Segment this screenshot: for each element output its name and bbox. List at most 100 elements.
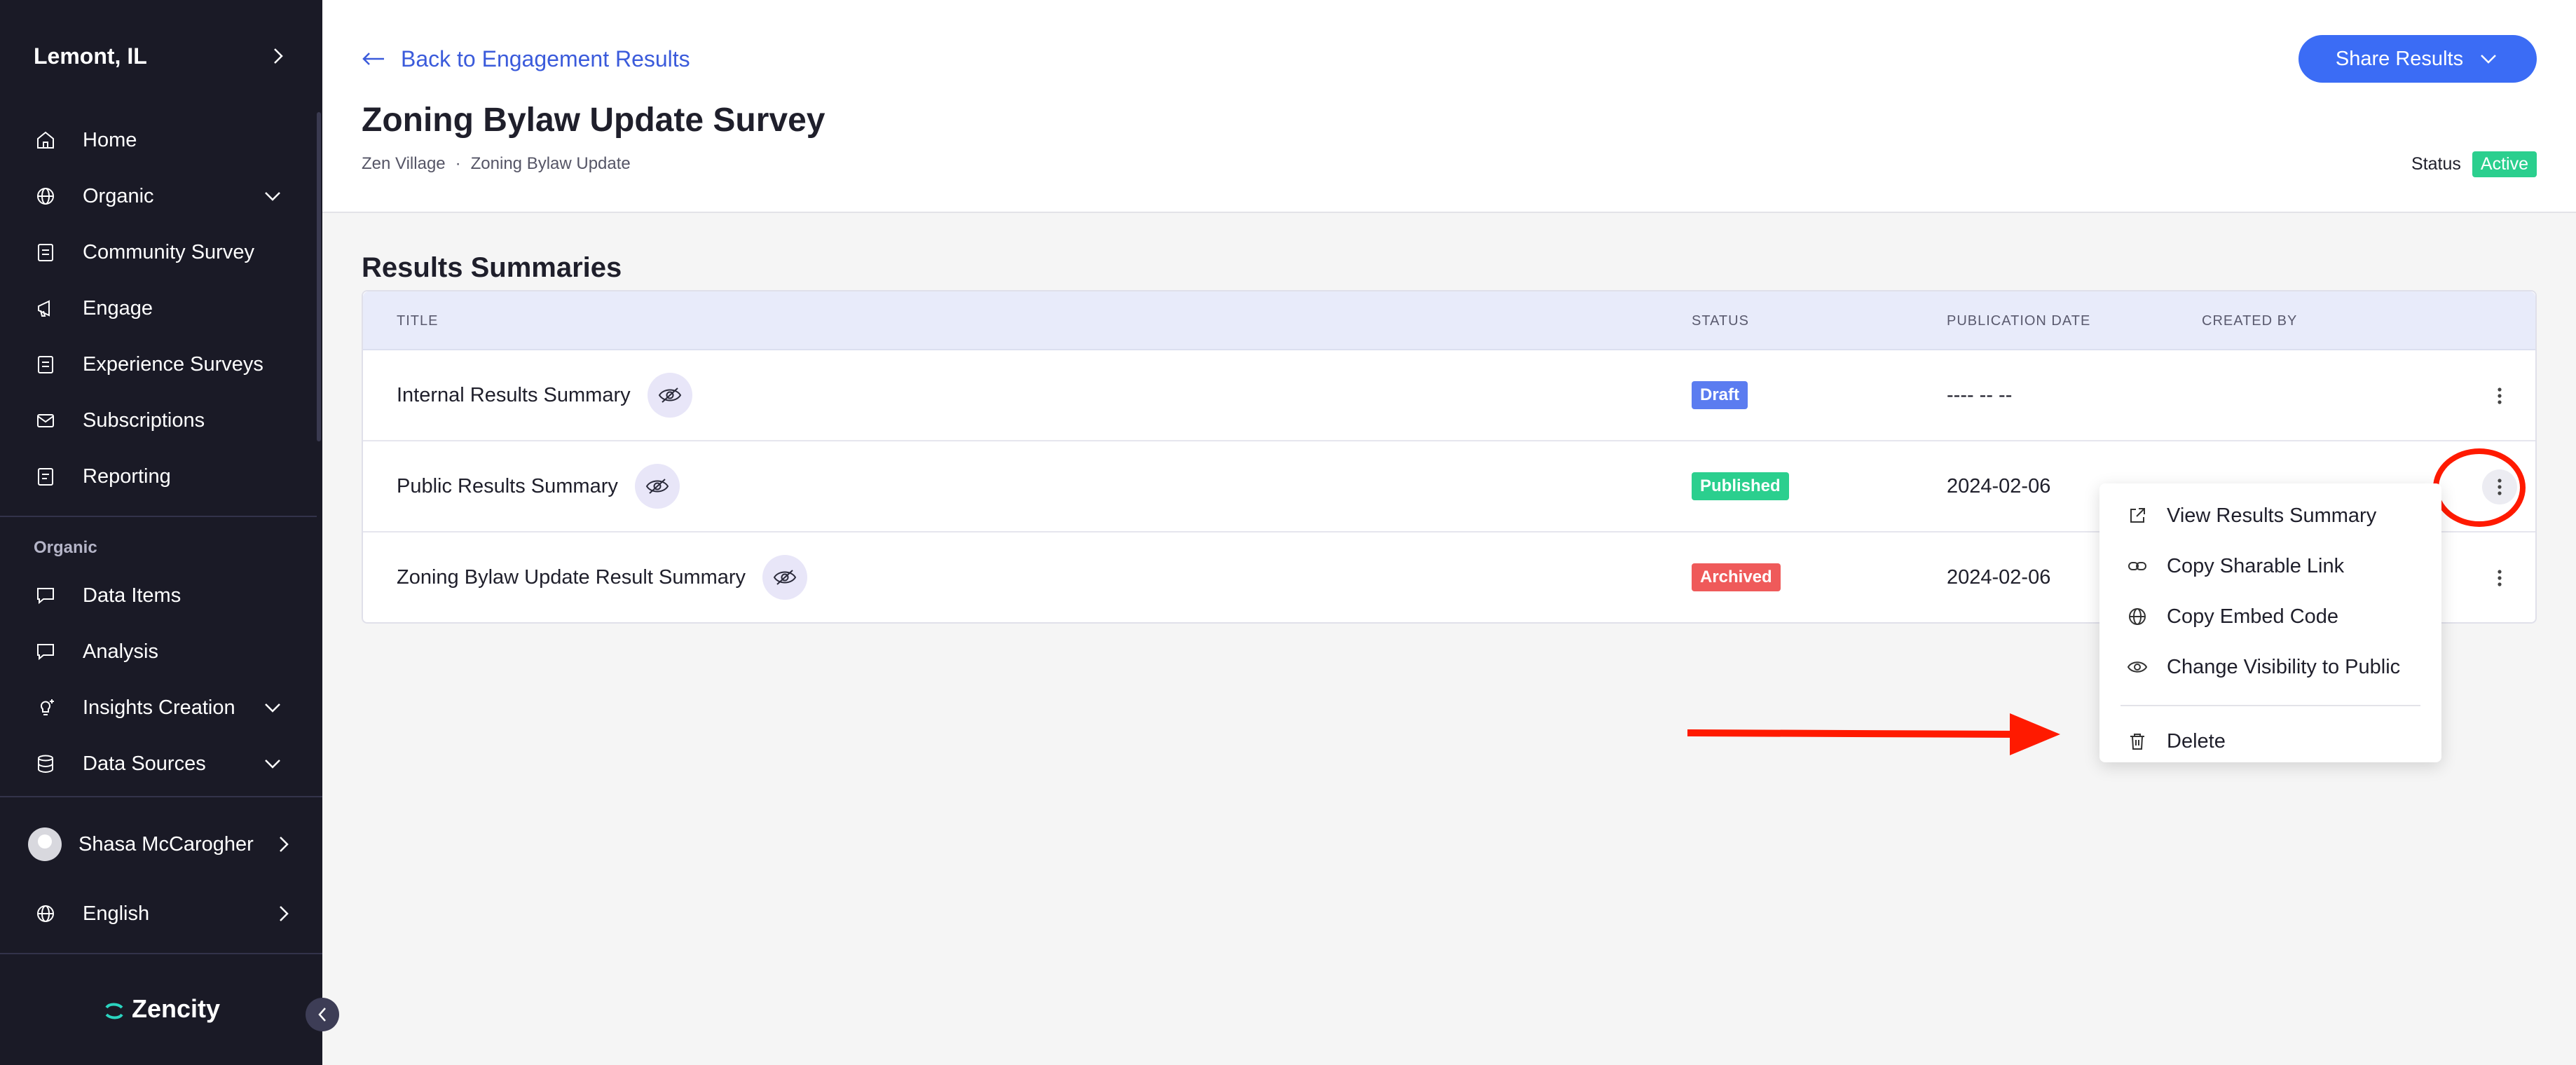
menu-item-delete[interactable]: Delete	[2099, 716, 2441, 767]
row-actions-button[interactable]	[2482, 378, 2517, 413]
share-results-label: Share Results	[2335, 47, 2464, 70]
sidebar-divider	[0, 953, 322, 954]
chevron-down-icon	[262, 753, 283, 774]
user-name: Shasa McCarogher	[78, 833, 254, 856]
breadcrumb-item[interactable]: Zoning Bylaw Update	[471, 154, 631, 174]
sidebar-item-data-items[interactable]: Data Items	[0, 568, 317, 624]
zencity-logo-icon	[104, 998, 125, 1019]
chevron-right-icon	[268, 46, 289, 67]
row-title-text: Internal Results Summary	[397, 383, 631, 406]
sidebar-item-label: Reporting	[83, 465, 171, 488]
menu-item-copy-sharable-link[interactable]: Copy Sharable Link	[2099, 541, 2441, 591]
sidebar-item-label: Organic	[83, 184, 154, 207]
chevron-down-icon	[262, 186, 283, 207]
database-icon	[34, 752, 57, 776]
status-label: Status	[2411, 154, 2461, 174]
chat-icon	[34, 584, 57, 607]
back-link[interactable]: Back to Engagement Results	[362, 43, 690, 74]
sidebar-scrollbar[interactable]	[317, 112, 321, 441]
row-status: Archived	[1692, 532, 1781, 622]
sidebar-item-insights-creation[interactable]: Insights Creation	[0, 680, 317, 736]
sidebar-item-label: Subscriptions	[83, 408, 205, 432]
row-title-text: Zoning Bylaw Update Result Summary	[397, 565, 746, 589]
mail-icon	[34, 408, 57, 432]
org-switcher[interactable]: Lemont, IL	[34, 41, 289, 71]
clipboard-icon	[34, 240, 57, 264]
sidebar-item-label: Data Sources	[83, 752, 206, 775]
chevron-down-icon	[262, 697, 283, 718]
arrow-left-icon	[362, 48, 387, 69]
collapse-sidebar-button[interactable]	[306, 998, 339, 1031]
menu-item-label: Change Visibility to Public	[2167, 655, 2401, 678]
breadcrumb-separator: ·	[455, 154, 461, 173]
back-link-label: Back to Engagement Results	[401, 46, 690, 71]
annotation-circle	[2433, 448, 2526, 527]
share-results-button[interactable]: Share Results	[2298, 35, 2537, 83]
sidebar-item-label: Insights Creation	[83, 696, 235, 719]
menu-item-copy-embed-code[interactable]: Copy Embed Code	[2099, 591, 2441, 642]
breadcrumb: Zen Village · Zoning Bylaw Update	[362, 154, 631, 174]
eye-off-icon[interactable]	[762, 555, 808, 600]
sidebar-divider	[0, 516, 317, 517]
globe-icon	[2126, 605, 2149, 628]
sidebar-item-engage[interactable]: Engage	[0, 280, 317, 336]
status-badge: Active	[2472, 151, 2537, 177]
chat-icon	[34, 640, 57, 664]
sidebar-nav: Home Organic Community Survey Engage Exp…	[0, 112, 317, 792]
sidebar-item-label: Analysis	[83, 640, 158, 663]
row-actions-button[interactable]	[2482, 561, 2517, 596]
chevron-right-icon	[273, 834, 294, 855]
sidebar-divider	[0, 796, 322, 797]
user-menu[interactable]: Shasa McCarogher	[28, 813, 294, 876]
sidebar-item-analysis[interactable]: Analysis	[0, 624, 317, 680]
row-title: Zoning Bylaw Update Result Summary	[397, 532, 808, 622]
sidebar-item-home[interactable]: Home	[0, 112, 317, 168]
sidebar-item-organic[interactable]: Organic	[0, 168, 317, 224]
row-publication-date: ---- -- --	[1947, 383, 2013, 406]
link-icon	[2126, 555, 2149, 577]
sidebar-item-label: Engage	[83, 296, 153, 320]
zencity-logo: Zencity	[104, 994, 220, 1024]
status-badge: Draft	[1692, 381, 1748, 409]
column-header-publication-date: PUBLICATION DATE	[1947, 312, 2091, 329]
more-vertical-icon	[2498, 387, 2502, 404]
annotation-arrow-icon	[1687, 713, 2060, 755]
sidebar-item-community-survey[interactable]: Community Survey	[0, 224, 317, 280]
status-badge: Archived	[1692, 563, 1781, 591]
sidebar-item-reporting[interactable]: Reporting	[0, 448, 317, 504]
page-title: Zoning Bylaw Update Survey	[362, 102, 825, 139]
engage-icon	[34, 296, 57, 320]
sidebar-item-data-sources[interactable]: Data Sources	[0, 736, 317, 792]
menu-item-label: Copy Embed Code	[2167, 605, 2339, 628]
globe-icon	[34, 184, 57, 208]
org-name: Lemont, IL	[34, 43, 147, 69]
sidebar: Lemont, IL Home Organic Community Survey…	[0, 0, 322, 1065]
sidebar-item-label: Data Items	[83, 584, 181, 607]
column-header-created-by: CREATED BY	[2202, 312, 2298, 329]
language-selector[interactable]: English	[34, 891, 294, 936]
lightbulb-icon	[34, 696, 57, 720]
table-row[interactable]: Internal Results Summary Draft ---- -- -…	[363, 350, 2535, 441]
row-title-text: Public Results Summary	[397, 474, 618, 497]
row-status: Draft	[1692, 350, 1748, 440]
logo-text: Zencity	[132, 994, 221, 1023]
row-status: Published	[1692, 441, 1789, 531]
chevron-right-icon	[273, 903, 294, 924]
column-header-title: TITLE	[397, 312, 439, 329]
status-badge: Published	[1692, 472, 1789, 500]
avatar	[28, 827, 62, 861]
sidebar-item-experience-surveys[interactable]: Experience Surveys	[0, 336, 317, 392]
language-label: English	[83, 902, 150, 925]
table-header: TITLE STATUS PUBLICATION DATE CREATED BY	[363, 291, 2535, 350]
trash-icon	[2126, 730, 2149, 753]
globe-icon	[34, 902, 57, 926]
menu-item-label: View Results Summary	[2167, 504, 2377, 527]
menu-item-change-visibility[interactable]: Change Visibility to Public	[2099, 642, 2441, 692]
eye-icon	[2126, 656, 2149, 678]
breadcrumb-item[interactable]: Zen Village	[362, 154, 446, 174]
menu-item-view-results-summary[interactable]: View Results Summary	[2099, 490, 2441, 541]
sidebar-item-subscriptions[interactable]: Subscriptions	[0, 392, 317, 448]
chevron-left-icon	[318, 1008, 326, 1022]
eye-off-icon[interactable]	[647, 373, 692, 418]
eye-off-icon[interactable]	[634, 464, 680, 509]
